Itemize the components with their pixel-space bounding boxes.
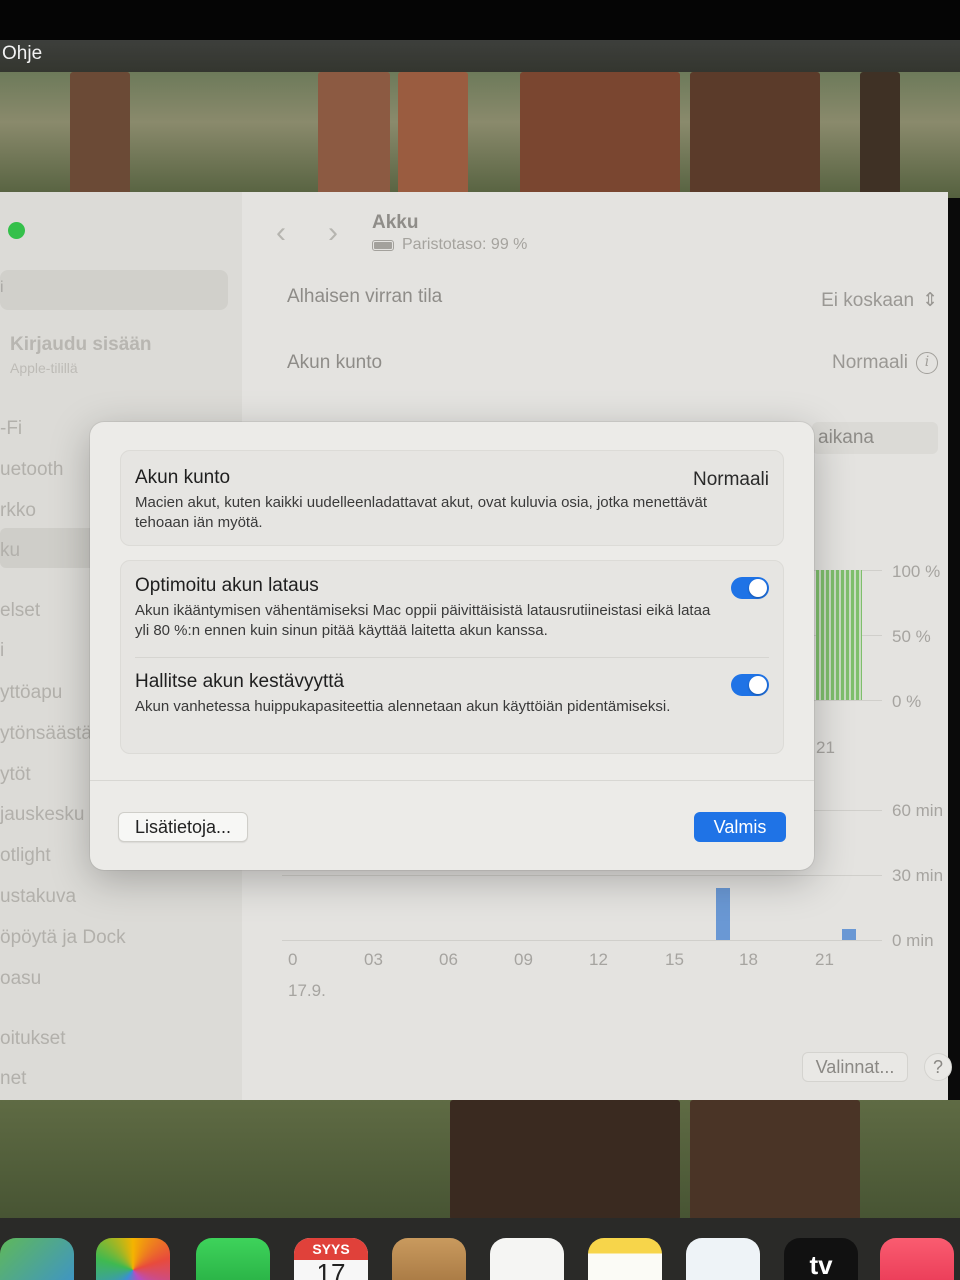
sidebar-item-partial[interactable]: i (0, 640, 4, 662)
menu-item-help[interactable]: Ohje (2, 43, 42, 64)
min-tick-0: 0 min (892, 931, 934, 950)
calendar-header: SYYS (294, 1238, 368, 1260)
sidebar-item-internet[interactable]: net (0, 1068, 26, 1090)
dock: SYYS 17 tv (0, 1218, 960, 1280)
sidebar-item-bluetooth[interactable]: uetooth (0, 459, 63, 481)
hour-tick: 06 (439, 950, 458, 969)
sidebar-item-wallpaper[interactable]: ustakuva (0, 886, 76, 908)
hour-tick: 09 (514, 950, 533, 969)
min-tick-30: 30 min (892, 866, 944, 885)
desktop-wallpaper (0, 72, 960, 198)
hour-tick: 21 (815, 950, 834, 969)
info-icon[interactable]: i (916, 352, 938, 374)
calendar-icon[interactable]: SYYS 17 (294, 1238, 368, 1280)
battery-icon (372, 239, 394, 251)
sidebar-item-spotlight[interactable]: otlight (0, 845, 51, 867)
battery-level-status: Paristotaso: 99 % (372, 236, 527, 254)
hour-tick: 12 (589, 950, 608, 969)
music-icon[interactable] (880, 1238, 954, 1280)
manage-longevity-description: Akun vanhetessa huippukapasiteettia alen… (135, 698, 671, 715)
hour-tick: 18 (739, 950, 758, 969)
sidebar-item-network[interactable]: rkko (0, 500, 36, 522)
sheet-health-value: Normaali (692, 469, 769, 490)
sidebar-item-desktop-dock[interactable]: öpöytä ja Dock (0, 927, 126, 949)
help-button[interactable]: ? (924, 1053, 952, 1081)
low-power-mode-label: Alhaisen virran tila (287, 286, 443, 307)
chart-gridline (282, 940, 882, 941)
sidebar-item-battery[interactable]: ku (0, 540, 20, 562)
reminders-icon[interactable] (490, 1238, 564, 1280)
calendar-day: 17 (316, 1258, 346, 1280)
hour-tick: 03 (364, 950, 383, 969)
screen-bezel (0, 0, 960, 40)
hour-tick-upper: 21 (816, 738, 835, 757)
hour-tick: 15 (665, 950, 684, 969)
toggle-knob (749, 676, 767, 694)
battery-health-card: Akun kunto Normaali Macien akut, kuten k… (120, 450, 784, 546)
battery-health-value: Normaali i (832, 352, 938, 374)
min-tick-60: 60 min (892, 801, 944, 820)
screen-usage-bar (842, 929, 856, 940)
sheet-health-title: Akun kunto (135, 467, 231, 488)
battery-level-bars (816, 570, 862, 700)
optimized-charging-toggle[interactable] (731, 577, 769, 599)
battery-health-sheet: Akun kunto Normaali Macien akut, kuten k… (90, 422, 814, 870)
low-power-mode-popup[interactable]: Ei koskaan ⇕ (821, 289, 938, 312)
hour-tick: 0 (288, 950, 298, 969)
toggle-knob (749, 579, 767, 597)
options-button[interactable]: Valinnat... (802, 1052, 908, 1082)
manage-longevity-title: Hallitse akun kestävyyttä (135, 671, 345, 692)
screen-usage-bar (716, 888, 730, 940)
sidebar-item-general[interactable]: elset (0, 600, 40, 622)
sheet-separator (90, 780, 814, 781)
card-divider (135, 657, 769, 658)
sidebar-item-screensaver[interactable]: ytönsäästä (0, 723, 92, 745)
learn-more-button[interactable]: Lisätietoja... (118, 812, 248, 842)
sidebar-item-displays[interactable]: ytöt (0, 764, 31, 786)
desktop-wallpaper-lower (0, 1100, 960, 1220)
sidebar-item-control-centre[interactable]: jauskesku (0, 804, 85, 826)
battery-health-label: Akun kunto (287, 352, 383, 373)
sidebar-item-wifi[interactable]: -Fi (0, 418, 22, 440)
back-arrow-icon[interactable]: ‹ (276, 216, 286, 250)
charging-options-card: Optimoitu akun lataus Akun ikääntymisen … (120, 560, 784, 754)
chart-gridline (282, 875, 882, 876)
podcasts-icon[interactable] (392, 1238, 466, 1280)
pct-tick-0: 0 % (892, 692, 922, 711)
apple-tv-icon[interactable]: tv (784, 1238, 858, 1280)
done-button[interactable]: Valmis (694, 812, 786, 842)
freeform-icon[interactable] (686, 1238, 760, 1280)
optimized-charging-title: Optimoitu akun lataus (135, 575, 319, 596)
time-range-selector[interactable]: aikana (812, 422, 938, 454)
maps-icon[interactable] (0, 1238, 74, 1280)
pane-title: Akku (372, 212, 419, 233)
sidebar-item-appearance[interactable]: oasu (0, 968, 41, 990)
optimized-charging-description: Akun ikääntymisen vähentämiseksi Mac opp… (135, 602, 711, 639)
pct-tick-50: 50 % (892, 627, 931, 646)
sheet-health-description: Macien akut, kuten kaikki uudelleenladat… (135, 494, 707, 531)
zoom-window-button[interactable] (8, 222, 25, 239)
manage-longevity-toggle[interactable] (731, 674, 769, 696)
sidebar-item-accessibility[interactable]: yttöapu (0, 682, 62, 704)
sign-in-apple-account[interactable]: Kirjaudu sisään Apple-tilillä (10, 334, 152, 376)
up-down-chevron-icon: ⇕ (922, 290, 938, 311)
facetime-icon[interactable] (196, 1238, 270, 1280)
pct-tick-100: 100 % (892, 562, 941, 581)
chart-date-label: 17.9. (288, 981, 326, 1000)
sidebar-item-notifications[interactable]: oitukset (0, 1028, 65, 1050)
photos-icon[interactable] (96, 1238, 170, 1280)
menu-bar: Ohje (0, 40, 960, 72)
sidebar-search-field[interactable]: i (0, 270, 228, 310)
notes-icon[interactable] (588, 1238, 662, 1280)
forward-arrow-icon[interactable]: › (328, 216, 338, 250)
